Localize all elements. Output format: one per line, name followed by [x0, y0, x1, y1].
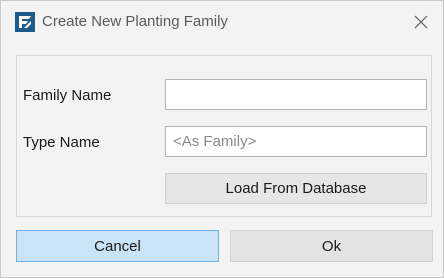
title-bar: Create New Planting Family [1, 1, 443, 43]
cancel-button[interactable]: Cancel [16, 230, 219, 262]
dialog-window: Create New Planting Family Family Name T… [0, 0, 444, 278]
window-title: Create New Planting Family [42, 13, 228, 30]
close-button[interactable] [409, 10, 433, 34]
type-name-input[interactable] [165, 126, 427, 157]
close-icon [414, 15, 428, 29]
family-name-label: Family Name [23, 87, 112, 104]
family-name-input[interactable] [165, 79, 427, 110]
ok-button[interactable]: Ok [230, 230, 433, 262]
type-name-label: Type Name [23, 134, 100, 151]
load-from-database-button[interactable]: Load From Database [165, 173, 427, 204]
form-group-box: Family Name Type Name Load From Database [16, 55, 432, 217]
app-logo-icon [15, 12, 35, 32]
